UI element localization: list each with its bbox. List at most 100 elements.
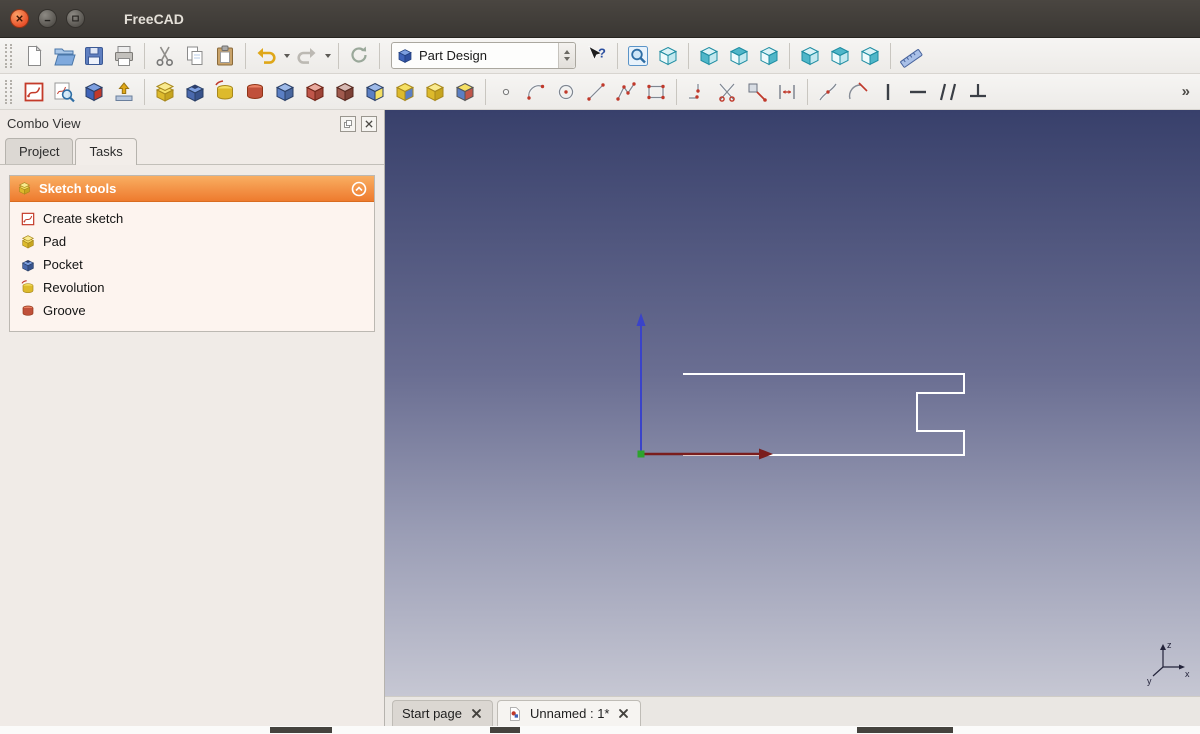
constraint-symmetric-button[interactable] [772,77,802,107]
toolbar-separator [338,43,339,69]
redo-dropdown-button[interactable] [322,42,333,70]
whats-this-button[interactable]: ? [582,41,612,71]
paste-button[interactable] [210,41,240,71]
task-item-pad[interactable]: Pad [13,230,371,253]
chevron-up-circle-icon [351,181,367,197]
task-item-label: Create sketch [43,211,123,226]
view-left-button[interactable] [855,41,885,71]
origin-point [638,451,645,458]
viewport-overlay: z x y [385,110,1200,696]
constraint-tangent-icon [846,80,870,104]
toolbar-standard: Part Design ? [0,38,1200,74]
create-polyline-button[interactable] [611,77,641,107]
workbench-selector-spinner[interactable] [558,43,575,68]
view-right-button[interactable] [754,41,784,71]
redo-button[interactable] [292,41,322,71]
document-tab-unnamed[interactable]: Unnamed : 1* [497,700,641,726]
view-bottom-button[interactable] [825,41,855,71]
panel-close-button[interactable] [361,116,377,132]
fillet-button[interactable] [270,77,300,107]
bottom-cutoff-strip [0,726,1200,734]
view-bottom-icon [828,44,852,68]
view-top-button[interactable] [724,41,754,71]
toolbar-overflow-button[interactable]: » [1182,83,1190,100]
collapse-panel-button[interactable] [351,181,367,197]
view-rear-button[interactable] [795,41,825,71]
undo-dropdown-button[interactable] [281,42,292,70]
undo-button[interactable] [251,41,281,71]
fit-all-button[interactable] [623,41,653,71]
constraint-tangent-button[interactable] [843,77,873,107]
task-item-create-sketch[interactable]: Create sketch [13,207,371,230]
create-circle-button[interactable] [551,77,581,107]
task-item-label: Pocket [43,257,83,272]
toolbar-drag-handle[interactable] [5,80,12,104]
chamfer-button[interactable] [300,77,330,107]
cut-icon [153,44,177,68]
measure-distance-button[interactable] [896,41,926,71]
task-item-groove[interactable]: Groove [13,299,371,322]
save-document-button[interactable] [79,41,109,71]
refresh-button[interactable] [344,41,374,71]
polar-pattern-button[interactable] [420,77,450,107]
create-rectangle-button[interactable] [641,77,671,107]
cut-button[interactable] [150,41,180,71]
external-geometry-button[interactable] [742,77,772,107]
groove-button[interactable] [240,77,270,107]
constraint-vertical-button[interactable] [873,77,903,107]
pocket-icon [183,80,207,104]
sketch-tools-header[interactable]: Sketch tools [10,176,374,202]
trim-edge-button[interactable] [712,77,742,107]
open-document-icon [52,44,76,68]
pocket-button[interactable] [180,77,210,107]
tab-project[interactable]: Project [5,138,73,164]
copy-button[interactable] [180,41,210,71]
y-axis-arrow-icon [637,313,646,326]
print-button[interactable] [109,41,139,71]
map-sketch-to-face-button[interactable] [79,77,109,107]
pad-button[interactable] [150,77,180,107]
create-arc-button[interactable] [521,77,551,107]
edit-sketch-icon [20,211,36,227]
window-minimize-button[interactable] [38,9,57,28]
constraint-horizontal-icon [906,80,930,104]
panel-float-button[interactable] [340,116,356,132]
revolution-button[interactable] [210,77,240,107]
linear-pattern-button[interactable] [390,77,420,107]
viewport[interactable]: z x y [385,110,1200,696]
tab-close-button[interactable] [469,707,483,721]
svg-text:?: ? [598,45,606,60]
draft-button[interactable] [330,77,360,107]
document-tab-start-page[interactable]: Start page [392,700,493,726]
view-axonometric-button[interactable] [653,41,683,71]
task-item-pocket[interactable]: Pocket [13,253,371,276]
create-point-button[interactable] [491,77,521,107]
constraint-symmetric-icon [775,80,799,104]
toolbar-drag-handle[interactable] [5,44,12,68]
mirrored-button[interactable] [360,77,390,107]
view-left-icon [858,44,882,68]
reorient-sketch-button[interactable] [109,77,139,107]
multitransform-button[interactable] [450,77,480,107]
new-document-icon [22,44,46,68]
constraint-point-on-object-button[interactable] [813,77,843,107]
constraint-horizontal-button[interactable] [903,77,933,107]
open-document-button[interactable] [49,41,79,71]
sketch-tools-list: Create sketch Pad Pocket Revolution [10,202,374,331]
workbench-selector[interactable]: Part Design [391,42,576,69]
constraint-parallel-button[interactable] [933,77,963,107]
tab-tasks[interactable]: Tasks [75,138,136,165]
constraint-coincident-button[interactable] [682,77,712,107]
window-maximize-button[interactable] [66,9,85,28]
toolbar-separator [789,43,790,69]
new-document-button[interactable] [19,41,49,71]
create-line-button[interactable] [581,77,611,107]
constraint-perpendicular-button[interactable] [963,77,993,107]
view-front-button[interactable] [694,41,724,71]
task-item-revolution[interactable]: Revolution [13,276,371,299]
tab-close-button[interactable] [617,707,631,721]
window-close-button[interactable] [10,9,29,28]
edit-sketch-button[interactable] [19,77,49,107]
groove-icon [243,80,267,104]
view-sketch-button[interactable] [49,77,79,107]
